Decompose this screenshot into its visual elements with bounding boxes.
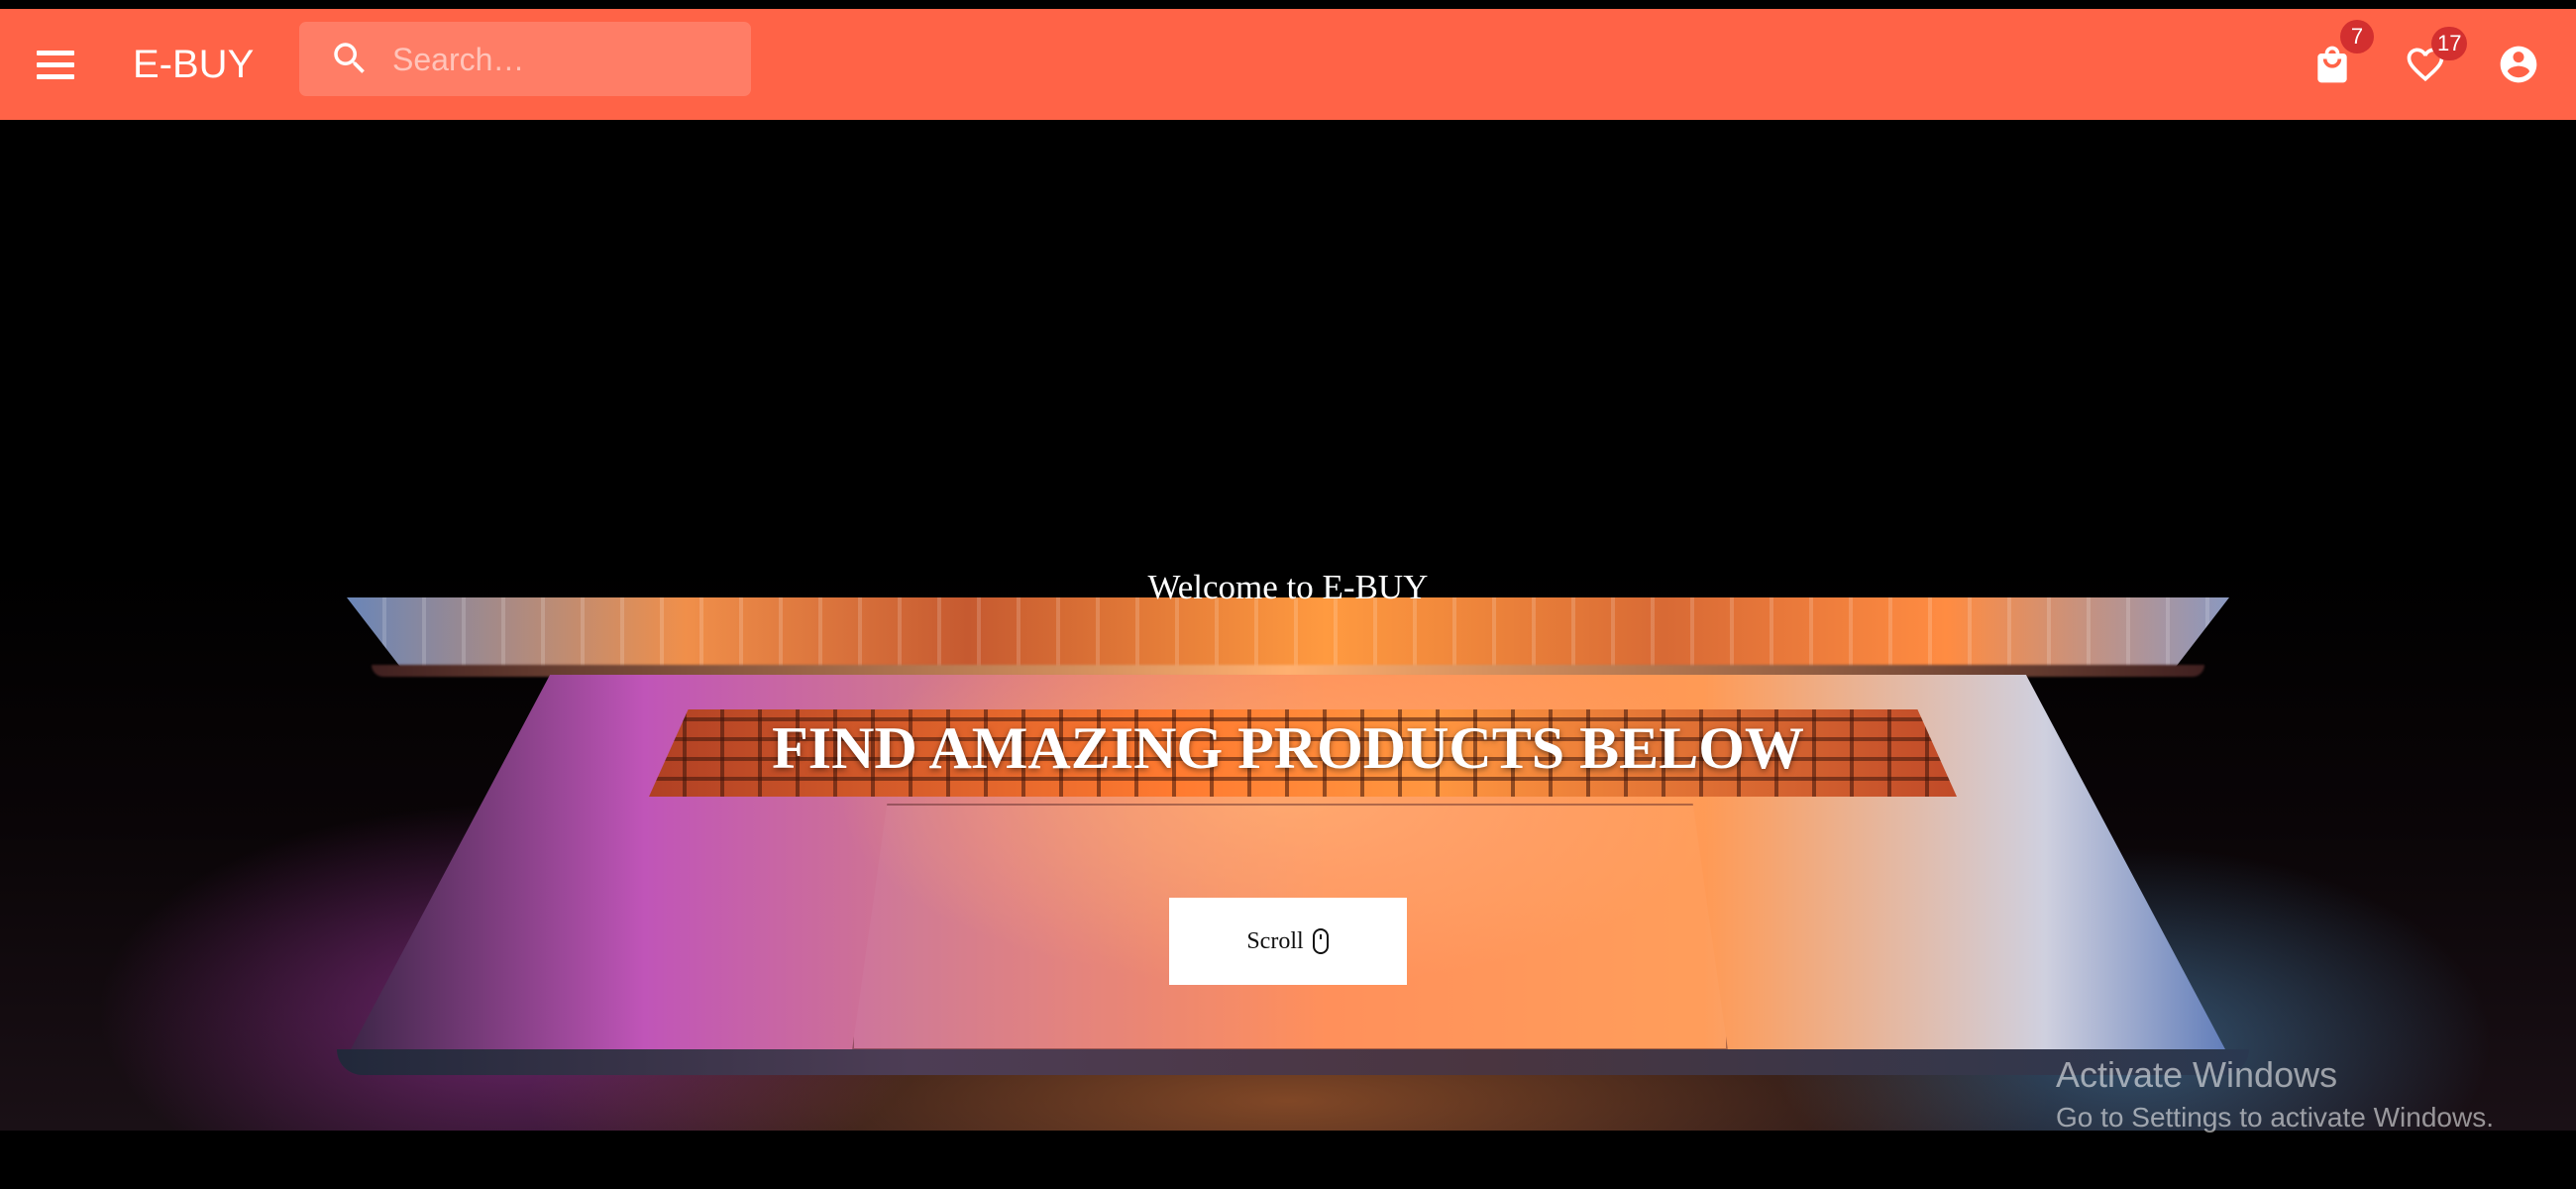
laptop-screen	[347, 597, 2229, 671]
wishlist-button[interactable]: 17	[2392, 27, 2468, 98]
brand-title[interactable]: E-BUY	[133, 37, 254, 92]
hero-headline: FIND AMAZING PRODUCTS BELOW	[772, 715, 1804, 781]
hero-welcome-text: Welcome to E-BUY	[1147, 568, 1429, 606]
cart-badge: 7	[2340, 20, 2374, 54]
app-bar: E-BUY 7 17	[0, 9, 2576, 120]
wishlist-badge: 17	[2431, 27, 2468, 60]
windows-activation-hint: Go to Settings to activate Windows.	[2056, 1102, 2494, 1133]
account-button[interactable]	[2485, 31, 2552, 98]
search-icon	[334, 43, 365, 73]
hero-banner: Welcome to E-BUY FIND AMAZING PRODUCTS B…	[0, 120, 2576, 1131]
windows-activation-title: Activate Windows	[2056, 1054, 2338, 1095]
laptop-base-edge	[337, 1049, 2249, 1075]
bottom-band	[0, 1131, 2576, 1189]
scroll-button[interactable]: Scroll	[1169, 898, 1407, 985]
search-input[interactable]	[390, 22, 741, 98]
menu-button[interactable]	[28, 37, 83, 92]
window-top-edge	[0, 0, 2576, 9]
search-box[interactable]	[299, 22, 751, 98]
account-circle-icon	[2500, 46, 2537, 83]
scroll-button-label: Scroll	[1246, 927, 1304, 954]
cart-button[interactable]: 7	[2299, 20, 2374, 98]
mouse-icon	[1312, 928, 1329, 954]
